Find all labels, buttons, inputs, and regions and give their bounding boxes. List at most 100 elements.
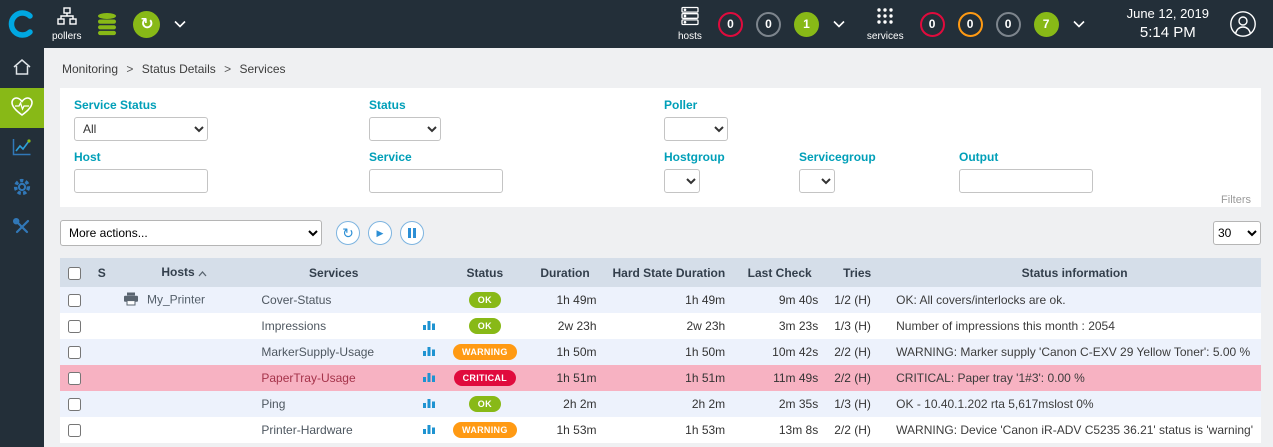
tries-cell: 2/2 (H) <box>826 365 888 391</box>
select-all-checkbox[interactable] <box>68 267 81 280</box>
host-link[interactable]: My_Printer <box>147 292 205 306</box>
hostgroup-select[interactable] <box>664 169 700 193</box>
more-actions-select[interactable]: More actions... <box>60 220 322 246</box>
chart-icon[interactable] <box>422 371 436 383</box>
chart-icon[interactable] <box>422 319 436 331</box>
service-link[interactable]: Impressions <box>261 319 326 333</box>
output-label: Output <box>959 150 1093 164</box>
col-header-duration[interactable]: Duration <box>526 258 605 287</box>
services-warning-badge[interactable]: 0 <box>958 12 983 37</box>
hosts-label: hosts <box>678 31 702 42</box>
service-link[interactable]: Ping <box>261 397 285 411</box>
host-cell <box>115 417 254 443</box>
services-label: services <box>867 31 904 42</box>
refresh-button[interactable]: ↻ <box>336 221 360 245</box>
hard-state-duration-cell: 1h 53m <box>605 417 734 443</box>
chevron-down-icon[interactable] <box>1073 20 1085 28</box>
col-header-status[interactable]: Status <box>444 258 526 287</box>
severity-cell <box>89 339 115 365</box>
services-critical-badge[interactable]: 0 <box>920 12 945 37</box>
datetime-display: June 12, 2019 5:14 PM <box>1127 5 1209 43</box>
breadcrumb-services[interactable]: Services <box>239 62 285 76</box>
services-unknown-badge[interactable]: 0 <box>996 12 1021 37</box>
col-header-hard-state-duration[interactable]: Hard State Duration <box>605 258 734 287</box>
chart-icon[interactable] <box>422 423 436 435</box>
col-header-severity[interactable]: S <box>89 258 115 287</box>
status-information-cell: CRITICAL: Paper tray '1#3': 0.00 % <box>888 365 1261 391</box>
status-select[interactable] <box>369 117 441 141</box>
graph-cell <box>414 287 444 313</box>
centreon-logo[interactable] <box>0 9 44 39</box>
hosts-unreachable-badge[interactable]: 0 <box>756 12 781 37</box>
row-checkbox[interactable] <box>68 320 81 333</box>
status-badge: WARNING <box>453 422 517 438</box>
service-input[interactable] <box>369 169 503 193</box>
status-cell: OK <box>444 313 526 339</box>
service-link[interactable]: MarkerSupply-Usage <box>261 345 374 359</box>
host-input[interactable] <box>74 169 208 193</box>
poller-database-icon[interactable] <box>97 12 117 36</box>
time-label: 5:14 PM <box>1127 23 1209 43</box>
hosts-up-badge[interactable]: 1 <box>794 12 819 37</box>
row-checkbox[interactable] <box>68 424 81 437</box>
col-header-tries[interactable]: Tries <box>826 258 888 287</box>
sidebar-item-home[interactable] <box>0 48 44 88</box>
chevron-down-icon[interactable] <box>833 20 845 28</box>
user-profile-icon[interactable] <box>1229 10 1257 38</box>
services-menu[interactable]: services <box>867 6 904 42</box>
service-status-select[interactable]: All <box>74 117 208 141</box>
col-header-services[interactable]: Services <box>253 258 414 287</box>
service-link[interactable]: PaperTray-Usage <box>261 371 355 385</box>
row-checkbox[interactable] <box>68 372 81 385</box>
poller-status-ok-icon[interactable]: ↻ <box>133 11 160 38</box>
heartbeat-icon <box>11 97 33 120</box>
duration-cell: 2h 2m <box>526 391 605 417</box>
sidebar-item-monitoring[interactable] <box>0 88 44 128</box>
tries-cell: 2/2 (H) <box>826 339 888 365</box>
col-header-last-check[interactable]: Last Check <box>733 258 826 287</box>
service-link[interactable]: Cover-Status <box>261 293 331 307</box>
servicegroup-select[interactable] <box>799 169 835 193</box>
services-ok-badge[interactable]: 7 <box>1034 12 1059 37</box>
breadcrumb-monitoring[interactable]: Monitoring <box>62 62 118 76</box>
pause-button[interactable] <box>400 221 424 245</box>
hosts-menu[interactable]: hosts <box>678 6 702 42</box>
table-row: PaperTray-Usage CRITICAL 1h 51m 1h 51m 1… <box>60 365 1261 391</box>
col-header-graph[interactable] <box>414 258 444 287</box>
col-header-hosts[interactable]: Hosts <box>115 258 254 287</box>
service-status-label: Service Status <box>74 98 369 112</box>
chart-icon[interactable] <box>422 345 436 357</box>
chart-line-icon <box>12 138 32 159</box>
tries-cell: 1/2 (H) <box>826 287 888 313</box>
sidebar-item-configuration[interactable] <box>0 168 44 208</box>
servicegroup-label: Servicegroup <box>799 150 959 164</box>
status-badge: OK <box>469 318 501 334</box>
page-size-select[interactable]: 30 <box>1213 221 1261 245</box>
status-cell: OK <box>444 391 526 417</box>
output-input[interactable] <box>959 169 1093 193</box>
play-button[interactable]: ▶ <box>368 221 392 245</box>
chart-icon[interactable] <box>422 397 436 409</box>
duration-cell: 1h 51m <box>526 365 605 391</box>
row-checkbox[interactable] <box>68 346 81 359</box>
chevron-down-icon[interactable] <box>174 20 186 28</box>
host-label: Host <box>74 150 369 164</box>
poller-select[interactable] <box>664 117 728 141</box>
col-header-status-information[interactable]: Status information <box>888 258 1261 287</box>
host-cell <box>115 365 254 391</box>
sidebar-item-reporting[interactable] <box>0 128 44 168</box>
row-checkbox[interactable] <box>68 398 81 411</box>
table-header-row: S Hosts Services Status Duration Hard St… <box>60 258 1261 287</box>
hard-state-duration-cell: 1h 50m <box>605 339 734 365</box>
severity-cell <box>89 365 115 391</box>
pause-icon <box>408 228 416 238</box>
sidebar-item-administration[interactable] <box>0 208 44 248</box>
last-check-cell: 9m 40s <box>733 287 826 313</box>
status-badge: WARNING <box>453 344 517 360</box>
breadcrumb-separator: > <box>126 62 133 76</box>
hosts-down-badge[interactable]: 0 <box>718 12 743 37</box>
breadcrumb-status-details[interactable]: Status Details <box>142 62 216 76</box>
pollers-menu[interactable]: pollers <box>52 6 81 42</box>
row-checkbox[interactable] <box>68 294 81 307</box>
service-link[interactable]: Printer-Hardware <box>261 423 352 437</box>
